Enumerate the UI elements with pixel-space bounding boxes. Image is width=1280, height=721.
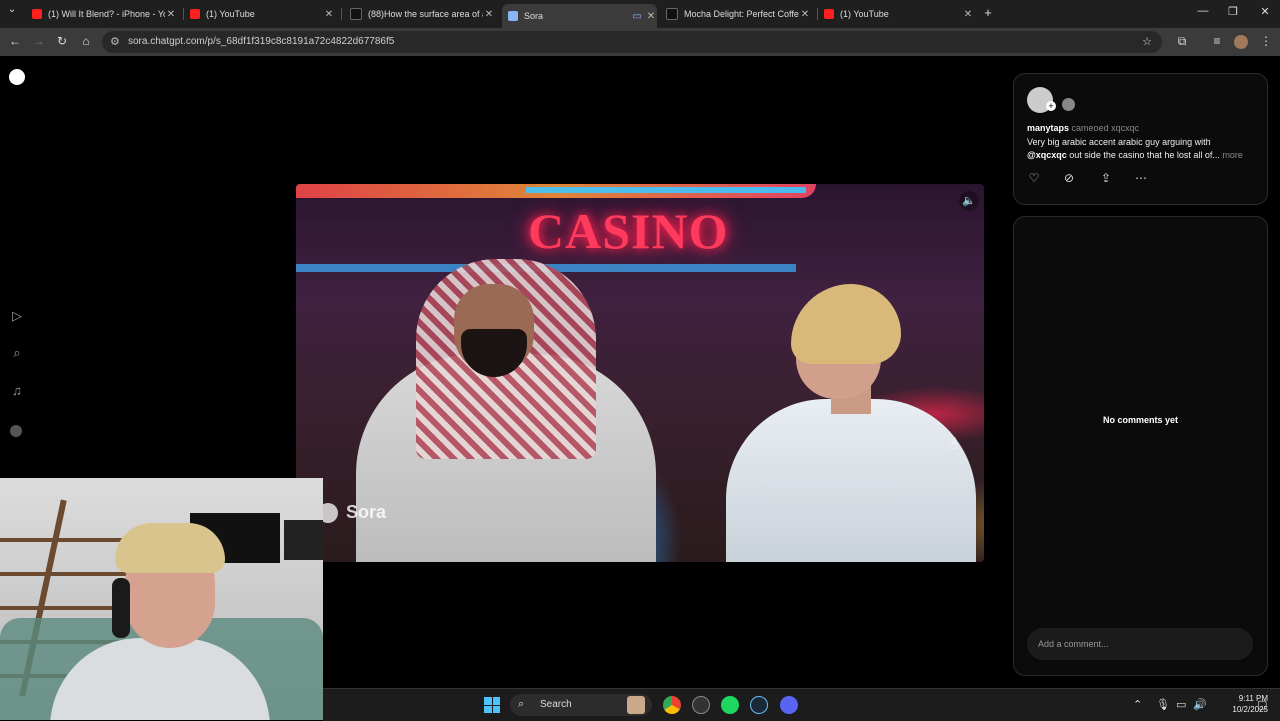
video-player[interactable]: CASINO Sora 🔈 [296, 184, 984, 562]
browser-tab[interactable]: (1) YouTube ✕ [190, 4, 335, 24]
like-heart-icon[interactable]: ♡ [1027, 171, 1041, 185]
media-control-icon[interactable]: ≡ [1209, 34, 1225, 48]
tiktok-icon [666, 8, 678, 20]
chrome-icon[interactable] [663, 696, 681, 714]
tab-divider [341, 8, 342, 20]
forward-button[interactable]: → [31, 34, 47, 48]
youtube-icon [32, 9, 42, 19]
bookmark-star-icon[interactable]: ☆ [1142, 35, 1152, 48]
windows-start-icon[interactable] [484, 697, 500, 713]
comments-panel: No comments yet Add a comment... [1013, 216, 1268, 676]
microphone-icon[interactable]: 🎙 [1156, 698, 1170, 711]
cameo-avatar[interactable] [1062, 98, 1075, 111]
sora-logo-icon[interactable] [9, 69, 25, 85]
comment-input[interactable]: Add a comment... [1027, 628, 1253, 660]
youtube-icon [824, 9, 834, 19]
tab-divider [817, 8, 818, 20]
spotify-icon[interactable] [721, 696, 739, 714]
caption-mention[interactable]: @xqcxqc [1027, 150, 1067, 160]
browser-tab[interactable]: Mocha Delight: Perfect Coffee ✕ [666, 4, 811, 24]
notifications-bell-icon[interactable]: ♫ [10, 384, 24, 398]
tab-search-dropdown-icon[interactable]: ⌄ [4, 4, 20, 15]
more-link[interactable]: more [1222, 150, 1243, 160]
post-caption: Very big arabic accent arabic guy arguin… [1027, 136, 1257, 162]
hand-cursor-icon: ☝ [948, 436, 958, 453]
sora-icon [508, 11, 518, 21]
tab-title: (1) YouTube [840, 9, 889, 19]
tab-title: (1) YouTube [206, 9, 255, 19]
close-tab-icon[interactable]: ✕ [483, 9, 495, 20]
browser-tab[interactable]: (1) Will It Blend? - iPhone - You ✕ [32, 4, 177, 24]
tab-divider [183, 8, 184, 20]
network-icon[interactable]: ▭ [1176, 698, 1186, 711]
browser-toolbar: ← → ↻ ⌂ ⚙ sora.chatgpt.com/p/s_68df1f319… [0, 28, 1280, 56]
new-tab-button[interactable]: + [978, 5, 998, 20]
url-text: sora.chatgpt.com/p/s_68df1f319c8c8191a72… [128, 36, 395, 47]
person-right-hair [791, 284, 901, 364]
discord-icon[interactable] [780, 696, 798, 714]
reload-button[interactable]: ↻ [54, 34, 70, 48]
screen-share-icon: ▭ [632, 10, 642, 22]
browser-tab-strip: ⌄ (1) Will It Blend? - iPhone - You ✕ (1… [0, 0, 1280, 28]
tab-title: (88)How the surface area of a s [368, 9, 483, 19]
tab-title: (1) Will It Blend? - iPhone - You [48, 9, 165, 19]
close-tab-icon[interactable]: ✕ [165, 9, 177, 20]
windows-taskbar: ⌕ Search ⌃ 🎙 ▭ 🔊 9:11 PM 10/2/2025 ▢ [323, 688, 1280, 721]
restore-button[interactable]: ❐ [1223, 5, 1243, 18]
extensions-icon[interactable]: ⧉ [1174, 34, 1190, 49]
youtube-icon [190, 9, 200, 19]
post-info-card: + manytaps cameoed xqcxqc Very big arabi… [1013, 73, 1268, 205]
sora-watermark: Sora [318, 502, 386, 523]
back-button[interactable]: ← [7, 34, 23, 48]
cameo-text: cameoed xqcxqc [1071, 123, 1140, 133]
browser-tab-active[interactable]: Sora ▭ ✕ [502, 4, 657, 28]
tab-title: Sora [524, 11, 544, 21]
follow-plus-icon[interactable]: + [1046, 101, 1056, 111]
remix-icon[interactable]: ⊘ [1062, 171, 1076, 185]
home-button[interactable]: ⌂ [78, 34, 94, 48]
no-comments-text: No comments yet [1102, 415, 1179, 425]
close-tab-icon[interactable]: ✕ [323, 9, 335, 20]
person-right-body [726, 399, 976, 562]
search-icon[interactable]: ⌕ [10, 346, 24, 360]
minimize-button[interactable]: — [1193, 5, 1213, 17]
wall-screen [284, 520, 323, 560]
close-tab-icon[interactable]: ✕ [799, 9, 811, 20]
neon-light [526, 187, 806, 193]
browser-tab[interactable]: (1) YouTube ✕ [824, 4, 974, 24]
sound-toggle-icon[interactable]: 🔈 [959, 191, 979, 211]
close-tab-icon[interactable]: ✕ [645, 11, 657, 22]
streamer-hair [115, 523, 225, 573]
tab-title: Mocha Delight: Perfect Coffee [684, 9, 799, 19]
tiktok-icon [350, 8, 362, 20]
headphones [112, 578, 130, 638]
username-link[interactable]: manytaps [1027, 123, 1069, 133]
tray-overflow-icon[interactable]: ⌃ [1133, 698, 1142, 711]
close-window-button[interactable]: ✕ [1255, 5, 1275, 18]
browser-tab[interactable]: (88)How the surface area of a s ✕ [350, 4, 495, 24]
obs-icon[interactable] [692, 696, 710, 714]
post-meta: manytaps cameoed xqcxqc [1027, 123, 1139, 133]
more-options-icon[interactable]: ⋯ [1134, 171, 1148, 185]
taskbar-search-label: Search [540, 699, 572, 710]
address-bar[interactable]: ⚙ sora.chatgpt.com/p/s_68df1f319c8c8191a… [102, 31, 1162, 53]
steam-icon[interactable] [750, 696, 768, 714]
close-tab-icon[interactable]: ✕ [962, 9, 974, 20]
caption-text-rest: out side the casino that he lost all of.… [1066, 150, 1220, 160]
browser-menu-icon[interactable]: ⋮ [1258, 34, 1274, 48]
volume-icon[interactable]: 🔊 [1193, 698, 1207, 711]
share-icon[interactable]: ⇪ [1099, 171, 1113, 185]
caption-text: Very big arabic accent arabic guy arguin… [1027, 137, 1211, 147]
profile-icon[interactable] [10, 425, 22, 437]
webcam-overlay [0, 478, 323, 720]
notification-icon[interactable]: ▢ [1257, 698, 1267, 711]
search-highlight-image [627, 696, 645, 714]
site-info-icon[interactable]: ⚙ [110, 35, 120, 48]
video-feed-icon[interactable]: ▷ [10, 309, 24, 323]
search-icon: ⌕ [518, 698, 525, 710]
sora-watermark-text: Sora [346, 502, 387, 522]
casino-sign: CASINO [528, 203, 729, 259]
profile-avatar[interactable] [1234, 35, 1248, 49]
taskbar-search[interactable]: ⌕ Search [510, 694, 652, 716]
